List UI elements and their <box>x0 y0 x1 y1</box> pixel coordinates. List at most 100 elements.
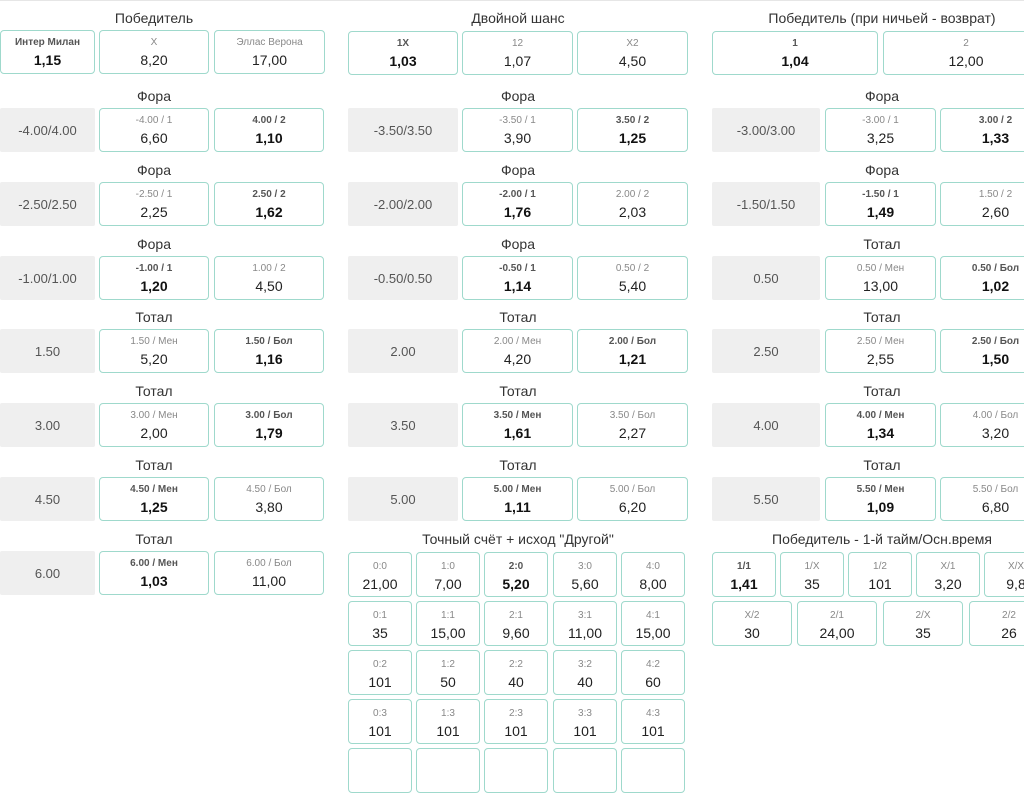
odd-button[interactable]: 2/X 35 <box>883 601 963 646</box>
odd-label: 0.50 / 2 <box>615 263 650 274</box>
odd-button[interactable]: 4.00 / Бол 3,20 <box>940 403 1024 447</box>
odd-button[interactable]: 4:0 8,00 <box>621 552 685 597</box>
odd-button[interactable]: 3.00 / Мен 2,00 <box>99 403 209 447</box>
odd-button[interactable]: 3:3 101 <box>553 699 617 744</box>
odd-button[interactable]: 2:3 101 <box>484 699 548 744</box>
odd-button[interactable]: -4.00 / 1 6,60 <box>99 108 209 152</box>
odd-value: 1,33 <box>981 130 1010 146</box>
odd-button[interactable]: 3.50 / 2 1,25 <box>577 108 688 152</box>
odd-label: 2/1 <box>830 610 844 621</box>
odd-button[interactable]: 1X 1,03 <box>348 31 458 75</box>
odd-button[interactable]: 6.00 / Бол 11,00 <box>214 551 324 595</box>
odd-button[interactable] <box>553 748 617 793</box>
odd-button[interactable]: 0.50 / Бол 1,02 <box>940 256 1024 300</box>
odd-button[interactable]: -3.50 / 1 3,90 <box>462 108 573 152</box>
odd-button[interactable]: 2/1 24,00 <box>797 601 877 646</box>
odd-button[interactable]: 0:1 35 <box>348 601 412 646</box>
odd-label: -1.50 / 1 <box>862 189 899 200</box>
odd-button[interactable]: 0.50 / Мен 13,00 <box>825 256 936 300</box>
odd-label: 2.00 / Мен <box>493 336 542 347</box>
odd-button[interactable]: X2 4,50 <box>577 31 688 75</box>
odd-button[interactable]: 0:2 101 <box>348 650 412 695</box>
odd-button[interactable]: 1.00 / 2 4,50 <box>214 256 324 300</box>
odd-button[interactable]: 1:2 50 <box>416 650 480 695</box>
market-title-draw-no-bet: Победитель (при ничьей - возврат) <box>768 10 996 26</box>
odd-button[interactable]: 3.50 / Бол 2,27 <box>577 403 688 447</box>
odd-value: 1,41 <box>730 576 758 592</box>
odd-button[interactable]: 5.50 / Мен 1,09 <box>825 477 936 521</box>
odd-button[interactable]: 3:1 11,00 <box>553 601 617 646</box>
odd-label: 1/2 <box>873 561 887 572</box>
odd-button[interactable]: -2.00 / 1 1,76 <box>462 182 573 226</box>
odd-button[interactable]: 1 1,04 <box>712 31 878 75</box>
odd-button[interactable]: 2 12,00 <box>883 31 1024 75</box>
odd-button[interactable]: 2:1 9,60 <box>484 601 548 646</box>
odd-button[interactable]: 4.00 / 2 1,10 <box>214 108 324 152</box>
odd-button[interactable]: 3.00 / Бол 1,79 <box>214 403 324 447</box>
odd-value: 101 <box>504 723 528 739</box>
odd-button[interactable]: 1.50 / Бол 1,16 <box>214 329 324 373</box>
odd-button[interactable]: 2/2 26 <box>969 601 1024 646</box>
odd-button[interactable]: 1/2 101 <box>848 552 912 597</box>
odd-button[interactable]: 4.50 / Бол 3,80 <box>214 477 324 521</box>
odd-button[interactable]: 1:3 101 <box>416 699 480 744</box>
odd-label: 2:2 <box>509 659 523 670</box>
odd-button[interactable]: 1:1 15,00 <box>416 601 480 646</box>
odd-button[interactable]: 12 1,07 <box>462 31 573 75</box>
odd-button[interactable]: 4:1 15,00 <box>621 601 685 646</box>
odd-button[interactable]: -1.50 / 1 1,49 <box>825 182 936 226</box>
odd-button[interactable]: X/X 9,8 <box>984 552 1024 597</box>
odd-label: 0:3 <box>373 708 387 719</box>
odd-button[interactable]: 0.50 / 2 5,40 <box>577 256 688 300</box>
odd-button[interactable]: 1/X 35 <box>780 552 844 597</box>
odd-button[interactable]: 4.50 / Мен 1,25 <box>99 477 209 521</box>
odd-button[interactable] <box>416 748 480 793</box>
odd-button[interactable]: X 8,20 <box>99 30 209 74</box>
odd-button[interactable]: 2.50 / 2 1,62 <box>214 182 324 226</box>
odd-button[interactable]: -0.50 / 1 1,14 <box>462 256 573 300</box>
odd-value: 1,11 <box>504 499 531 515</box>
odd-button[interactable]: 2.00 / 2 2,03 <box>577 182 688 226</box>
odd-button[interactable]: 2:0 5,20 <box>484 552 548 597</box>
odd-button[interactable]: 6.00 / Мен 1,03 <box>99 551 209 595</box>
odd-button[interactable]: 4:3 101 <box>621 699 685 744</box>
odd-button[interactable]: 2.50 / Бол 1,50 <box>940 329 1024 373</box>
odd-button[interactable] <box>621 748 685 793</box>
odd-button[interactable]: 5.00 / Мен 1,11 <box>462 477 573 521</box>
odd-value: 6,80 <box>981 499 1010 515</box>
market-title: Фора <box>136 162 171 178</box>
odd-label: -4.00 / 1 <box>135 115 173 126</box>
odd-button[interactable]: 5.50 / Бол 6,80 <box>940 477 1024 521</box>
odd-button[interactable]: 2.50 / Мен 2,55 <box>825 329 936 373</box>
odd-value: 5,40 <box>618 278 647 294</box>
odd-button[interactable]: 3:2 40 <box>553 650 617 695</box>
odd-button[interactable]: 3.50 / Мен 1,61 <box>462 403 573 447</box>
odd-button[interactable]: X/2 30 <box>712 601 792 646</box>
odd-value: 11,00 <box>568 625 602 641</box>
odd-button[interactable]: 0:0 21,00 <box>348 552 412 597</box>
odd-label: 2.50 / Бол <box>971 336 1020 347</box>
odd-button[interactable]: 1:0 7,00 <box>416 552 480 597</box>
odd-button[interactable]: 3:0 5,60 <box>553 552 617 597</box>
odd-button[interactable]: 0:3 101 <box>348 699 412 744</box>
odd-button[interactable]: 1.50 / 2 2,60 <box>940 182 1024 226</box>
odd-label: 4:0 <box>646 561 660 572</box>
odd-button[interactable]: X/1 3,20 <box>916 552 980 597</box>
market-title: Тотал <box>863 457 901 473</box>
odd-button[interactable]: -1.00 / 1 1,20 <box>99 256 209 300</box>
odd-button[interactable]: 4.00 / Мен 1,34 <box>825 403 936 447</box>
odd-button[interactable]: 5.00 / Бол 6,20 <box>577 477 688 521</box>
odd-button[interactable]: 2.00 / Бол 1,21 <box>577 329 688 373</box>
odd-button[interactable] <box>348 748 412 793</box>
odd-button[interactable]: 1/1 1,41 <box>712 552 776 597</box>
odd-button[interactable]: 2:2 40 <box>484 650 548 695</box>
odd-button[interactable]: -2.50 / 1 2,25 <box>99 182 209 226</box>
odd-button[interactable] <box>484 748 548 793</box>
odd-button[interactable]: Интер Милан 1,15 <box>0 30 95 74</box>
odd-button[interactable]: 4:2 60 <box>621 650 685 695</box>
odd-button[interactable]: 3.00 / 2 1,33 <box>940 108 1024 152</box>
odd-button[interactable]: Эллас Верона 17,00 <box>214 30 325 74</box>
odd-button[interactable]: 2.00 / Мен 4,20 <box>462 329 573 373</box>
odd-button[interactable]: 1.50 / Мен 5,20 <box>99 329 209 373</box>
odd-button[interactable]: -3.00 / 1 3,25 <box>825 108 936 152</box>
